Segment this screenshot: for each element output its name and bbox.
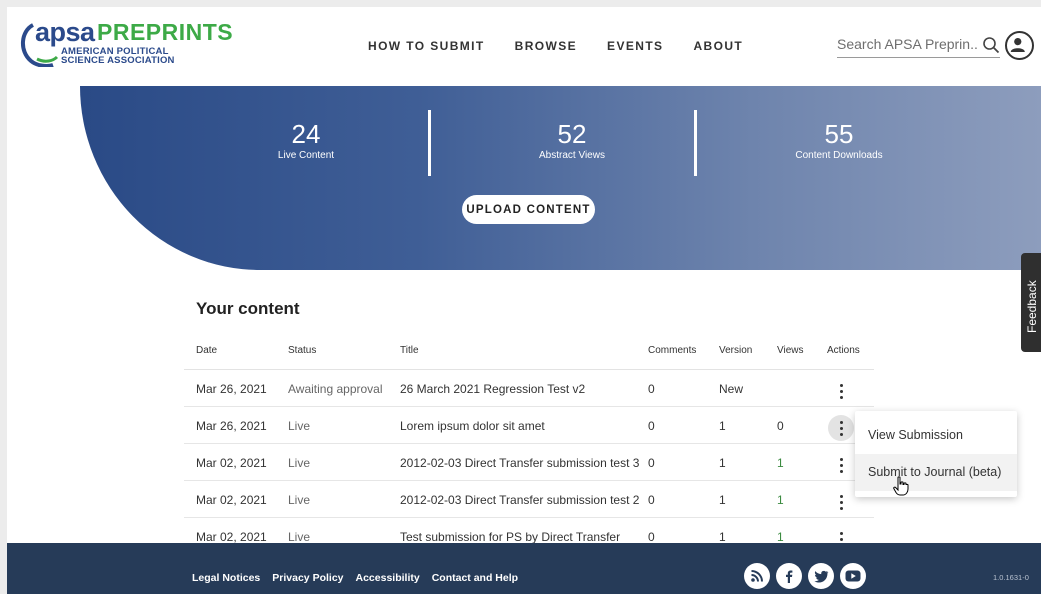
row-comments: 0 — [648, 493, 655, 507]
column-header-comments[interactable]: Comments — [648, 345, 696, 356]
stat-value: 24 — [291, 119, 321, 149]
row-status: Live — [288, 530, 311, 544]
menu-item-submit-to-journal[interactable]: Submit to Journal (beta) — [855, 454, 1017, 491]
footer-link-privacy-policy[interactable]: Privacy Policy — [272, 572, 343, 584]
feedback-tab[interactable]: Feedback — [1021, 253, 1041, 352]
row-views: 1 — [777, 456, 784, 470]
stat-content-downloads: 55 Content Downloads — [739, 120, 939, 161]
row-title[interactable]: 26 March 2021 Regression Test v2 — [400, 382, 585, 396]
table-row[interactable]: Mar 02, 2021 Live 2012-02-03 Direct Tran… — [184, 444, 874, 481]
row-date: Mar 02, 2021 — [196, 530, 267, 544]
site-footer: Legal Notices Privacy Policy Accessibili… — [7, 543, 1041, 594]
main-nav: HOW TO SUBMIT BROWSE EVENTS ABOUT — [368, 39, 773, 53]
row-title[interactable]: 2012-02-03 Direct Transfer submission te… — [400, 456, 639, 470]
footer-link-legal-notices[interactable]: Legal Notices — [192, 572, 260, 584]
row-actions-kebab-icon[interactable] — [828, 489, 854, 515]
stat-value: 55 — [824, 119, 854, 149]
search-box — [837, 35, 1000, 58]
row-status: Live — [288, 419, 311, 433]
upload-content-button[interactable]: UPLOAD CONTENT — [462, 195, 595, 224]
facebook-icon[interactable] — [776, 563, 802, 589]
row-date: Mar 02, 2021 — [196, 456, 267, 470]
row-status: Live — [288, 456, 311, 470]
row-status: Live — [288, 493, 311, 507]
row-version: 1 — [719, 456, 726, 470]
row-title[interactable]: 2012-02-03 Direct Transfer submission te… — [400, 493, 639, 507]
row-comments: 0 — [648, 456, 655, 470]
stats-banner: 24 Live Content 52 Abstract Views 55 Con… — [80, 86, 1041, 270]
footer-link-contact-help[interactable]: Contact and Help — [432, 572, 518, 584]
table-row[interactable]: Mar 26, 2021 Awaiting approval 26 March … — [184, 370, 874, 407]
row-comments: 0 — [648, 382, 655, 396]
feedback-label: Feedback — [1025, 280, 1039, 333]
nav-how-to-submit[interactable]: HOW TO SUBMIT — [368, 39, 485, 53]
footer-link-accessibility[interactable]: Accessibility — [356, 572, 420, 584]
apsa-preprints-logo[interactable]: apsa PREPRINTS AMERICAN POLITICAL SCIENC… — [19, 17, 233, 71]
app-version: 1.0.1631-0 — [993, 573, 1029, 582]
row-version: 1 — [719, 493, 726, 507]
stat-abstract-views: 52 Abstract Views — [472, 120, 672, 161]
nav-browse[interactable]: BROWSE — [515, 39, 577, 53]
row-date: Mar 02, 2021 — [196, 493, 267, 507]
logo-subtitle-line2: SCIENCE ASSOCIATION — [61, 55, 175, 66]
stat-label: Live Content — [277, 150, 335, 161]
row-actions-menu: View Submission Submit to Journal (beta) — [855, 411, 1017, 497]
page-frame-top — [0, 0, 1041, 7]
column-header-actions: Actions — [827, 345, 860, 356]
content-table: Date Status Title Comments Version Views… — [184, 333, 874, 555]
stat-value: 52 — [557, 119, 587, 149]
row-comments: 0 — [648, 530, 655, 544]
row-actions-kebab-icon[interactable] — [828, 415, 854, 441]
rss-icon[interactable] — [744, 563, 770, 589]
stat-label: Abstract Views — [539, 150, 605, 161]
youtube-icon[interactable] — [840, 563, 866, 589]
search-icon[interactable] — [982, 36, 1000, 54]
column-header-date[interactable]: Date — [196, 345, 217, 356]
logo-apsa-text: apsa — [35, 17, 95, 47]
row-views: 0 — [777, 419, 784, 433]
stat-divider — [428, 110, 431, 176]
column-header-title[interactable]: Title — [400, 345, 419, 356]
logo-preprints-text: PREPRINTS — [97, 19, 234, 45]
hand-pointer-cursor-icon — [893, 476, 909, 496]
row-title[interactable]: Test submission for PS by Direct Transfe… — [400, 530, 620, 544]
stat-live-content: 24 Live Content — [206, 120, 406, 161]
column-header-views[interactable]: Views — [777, 345, 804, 356]
row-views: 1 — [777, 530, 784, 544]
search-input[interactable] — [837, 35, 977, 52]
table-header: Date Status Title Comments Version Views… — [184, 333, 874, 370]
stat-label: Content Downloads — [795, 150, 883, 161]
row-comments: 0 — [648, 419, 655, 433]
stat-divider — [694, 110, 697, 176]
row-title[interactable]: Lorem ipsum dolor sit amet — [400, 419, 545, 433]
row-views: 1 — [777, 493, 784, 507]
row-date: Mar 26, 2021 — [196, 382, 267, 396]
menu-item-view-submission[interactable]: View Submission — [855, 417, 1017, 454]
nav-events[interactable]: EVENTS — [607, 39, 663, 53]
site-header: apsa PREPRINTS AMERICAN POLITICAL SCIENC… — [7, 7, 1041, 86]
column-header-version[interactable]: Version — [719, 345, 752, 356]
row-actions-kebab-icon[interactable] — [828, 378, 854, 404]
footer-links: Legal Notices Privacy Policy Accessibili… — [192, 572, 530, 584]
table-row[interactable]: Mar 26, 2021 Live Lorem ipsum dolor sit … — [184, 407, 874, 444]
twitter-icon[interactable] — [808, 563, 834, 589]
row-version: 1 — [719, 530, 726, 544]
column-header-status[interactable]: Status — [288, 345, 316, 356]
row-date: Mar 26, 2021 — [196, 419, 267, 433]
table-row[interactable]: Mar 02, 2021 Live 2012-02-03 Direct Tran… — [184, 481, 874, 518]
section-title: Your content — [196, 299, 300, 318]
user-account-icon[interactable] — [1005, 31, 1034, 60]
row-version: 1 — [719, 419, 726, 433]
page-frame-left — [0, 0, 7, 594]
row-actions-kebab-icon[interactable] — [828, 452, 854, 478]
row-status: Awaiting approval — [288, 382, 383, 396]
nav-about[interactable]: ABOUT — [693, 39, 743, 53]
row-version: New — [719, 382, 744, 396]
